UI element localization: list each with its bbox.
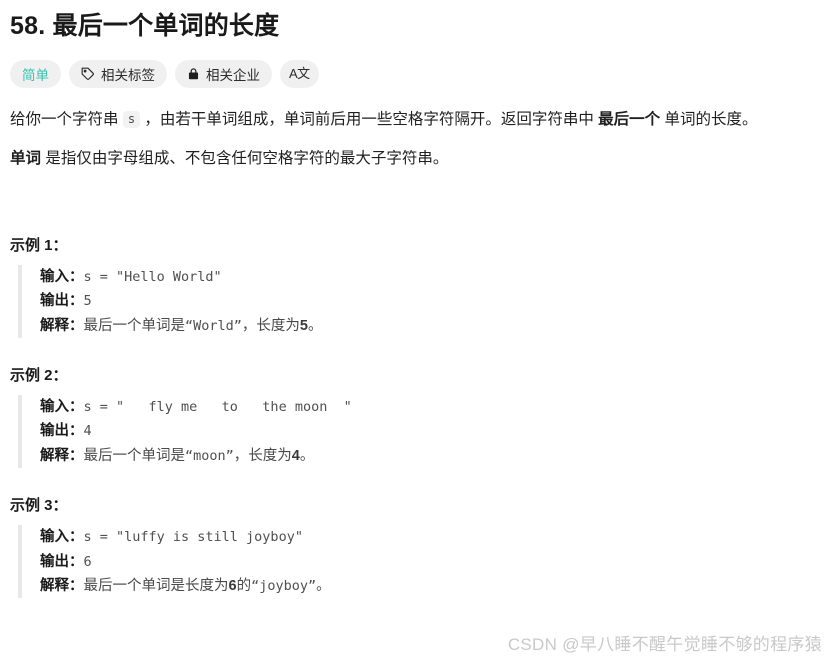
- explain-code: “moon”: [185, 447, 234, 464]
- translate-icon: A文: [289, 66, 310, 82]
- badge-row: 简单 相关标签 相关企业 A文: [10, 59, 828, 88]
- lock-icon: [187, 67, 200, 81]
- explain-mid: 的: [236, 577, 252, 594]
- output-label: 输出: [40, 293, 69, 310]
- difficulty-label: 简单: [22, 67, 49, 83]
- desc-p1-bold: 最后一个: [598, 110, 661, 128]
- input-value: s = "luffy is still joyboy": [83, 529, 303, 546]
- example-body: 输入：s = " fly me to the moon " 输出：4 解释：最后…: [18, 395, 828, 469]
- example-block: 示例 3： 输入：s = "luffy is still joyboy" 输出：…: [8, 494, 828, 599]
- explain-post: 。: [299, 447, 315, 464]
- input-label: 输入: [40, 529, 69, 546]
- example-heading: 示例 2：: [10, 367, 68, 385]
- explain-post: 。: [316, 577, 331, 594]
- related-tags-button[interactable]: 相关标签: [69, 59, 167, 88]
- problem-page: 58. 最后一个单词的长度 简单 相关标签 相关企业 A文 给你一个字符串 s …: [0, 0, 836, 599]
- example-input-line: 输入：s = " fly me to the moon ": [40, 399, 352, 416]
- output-label: 输出: [40, 553, 69, 570]
- output-label: 输出: [40, 423, 69, 440]
- desc-p1-text-3: 单词的长度。: [660, 110, 758, 128]
- explain-pre: 最后一个单词是: [83, 447, 186, 464]
- page-title: 58. 最后一个单词的长度: [10, 12, 280, 40]
- output-value: 6: [83, 553, 92, 570]
- explain-label: 解释: [40, 447, 69, 464]
- explain-post: 。: [307, 317, 323, 334]
- explain-label: 解释: [40, 317, 69, 334]
- example-explain-line: 解释：最后一个单词是长度为6的“joyboy”。: [40, 577, 331, 594]
- explain-mid: ，长度为: [233, 447, 292, 464]
- explain-pre: 最后一个单词是: [83, 317, 186, 334]
- example-output-line: 输出：4: [40, 423, 92, 440]
- desc-p1-text-2: ，由若干单词组成，单词前后用一些空格字符隔开。返回字符串中: [140, 110, 599, 128]
- example-body: 输入：s = "luffy is still joyboy" 输出：6 解释：最…: [18, 525, 828, 599]
- example-output-line: 输出：6: [40, 553, 92, 570]
- related-companies-label: 相关企业: [206, 67, 260, 83]
- difficulty-badge[interactable]: 简单: [10, 59, 61, 88]
- explain-code: “World”: [185, 317, 242, 334]
- tag-icon: [81, 67, 95, 81]
- explain-code: “joyboy”: [251, 577, 317, 594]
- input-value: s = " fly me to the moon ": [83, 399, 352, 416]
- input-label: 输入: [40, 399, 69, 416]
- example-explain-line: 解释：最后一个单词是“moon”，长度为4。: [40, 447, 315, 464]
- desc-p2-text: 是指仅由字母组成、不包含任何空格字符的最大子字符串。: [41, 149, 449, 167]
- input-value: s = "Hello World": [83, 269, 222, 285]
- output-value: 5: [83, 293, 92, 310]
- example-heading: 示例 1：: [10, 237, 68, 254]
- example-block: 示例 1： 输入：s = "Hello World" 输出：5 解释：最后一个单…: [8, 234, 828, 339]
- description-paragraph-1: 给你一个字符串 s ，由若干单词组成，单词前后用一些空格字符隔开。返回字符串中 …: [10, 106, 828, 133]
- example-block: 示例 2： 输入：s = " fly me to the moon " 输出：4…: [8, 364, 828, 469]
- description-paragraph-2: 单词 是指仅由字母组成、不包含任何空格字符的最大子字符串。: [10, 145, 828, 172]
- desc-p1-text-1: 给你一个字符串: [10, 110, 123, 128]
- explain-num: 4: [291, 447, 300, 464]
- example-heading: 示例 3：: [10, 497, 68, 515]
- inline-code-s: s: [122, 110, 141, 129]
- csdn-watermark: CSDN @早八睡不醒午觉睡不够的程序猿: [507, 635, 822, 654]
- explain-pre: 最后一个单词是长度为: [83, 577, 229, 594]
- example-input-line: 输入：s = "Hello World": [40, 269, 222, 285]
- example-body: 输入：s = "Hello World" 输出：5 解释：最后一个单词是“Wor…: [18, 265, 828, 339]
- desc-p2-bold: 单词: [10, 149, 42, 167]
- input-label: 输入: [40, 269, 69, 285]
- related-tags-label: 相关标签: [101, 67, 155, 83]
- translate-button[interactable]: A文: [280, 59, 319, 88]
- example-input-line: 输入：s = "luffy is still joyboy": [40, 529, 303, 546]
- output-value: 4: [83, 423, 92, 440]
- example-explain-line: 解释：最后一个单词是“World”，长度为5。: [40, 317, 323, 334]
- explain-num: 6: [228, 577, 237, 594]
- explain-label: 解释: [40, 577, 69, 594]
- explain-num: 5: [299, 317, 308, 334]
- explain-mid: ，长度为: [241, 317, 300, 334]
- related-companies-button[interactable]: 相关企业: [175, 59, 272, 88]
- example-output-line: 输出：5: [40, 293, 92, 310]
